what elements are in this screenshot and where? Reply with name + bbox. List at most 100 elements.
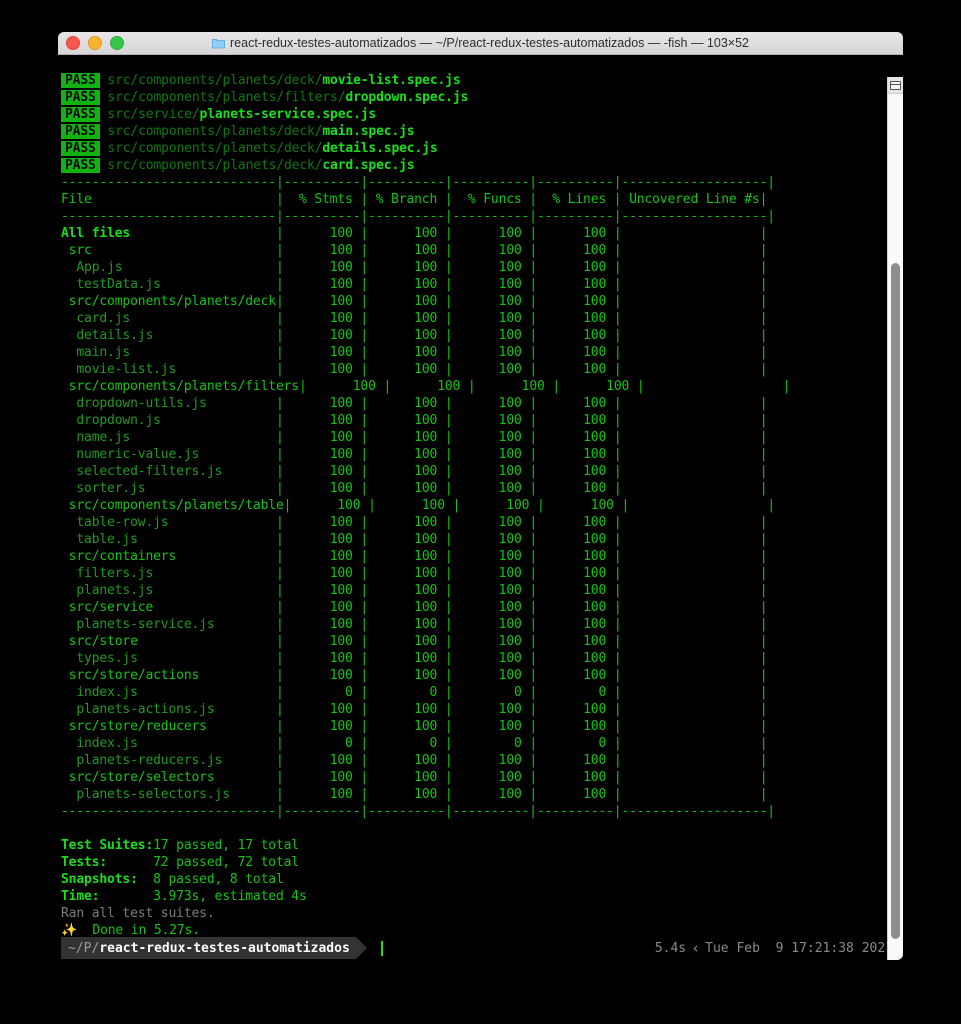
output-blank-line — [61, 820, 881, 837]
table-cell-lines: 100 — [537, 600, 614, 615]
table-cell-funcs: 100 — [452, 600, 530, 615]
table-row: planets-selectors.js | 100 | 100 | 100 |… — [61, 787, 768, 802]
test-path-dir: src/components/planets/deck/ — [107, 124, 323, 139]
minimize-button[interactable] — [88, 36, 102, 50]
table-row: src/service | 100 | 100 | 100 | 100 | | — [61, 600, 768, 615]
prompt-arrow-icon — [355, 937, 367, 959]
table-cell-stmts: 100 — [283, 447, 361, 462]
table-cell-branch: 100 — [368, 668, 445, 683]
table-cell-uncovered — [622, 685, 760, 700]
table-cell-stmts: 100 — [283, 787, 361, 802]
table-cell-branch: 100 — [368, 583, 445, 598]
prompt-path-prefix: ~/P/ — [68, 940, 100, 956]
table-cell-stmts: 100 — [283, 617, 361, 632]
table-cell-lines: 100 — [537, 634, 614, 649]
summary-label: Test Suites: — [61, 838, 154, 853]
table-cell-file: numeric-value.js — [61, 447, 276, 462]
table-cell-funcs: 100 — [452, 702, 530, 717]
table-cell-uncovered — [622, 515, 760, 530]
pass-badge: PASS — [61, 73, 100, 88]
table-cell-branch: 100 — [368, 515, 445, 530]
table-row: src/store/actions | 100 | 100 | 100 | 10… — [61, 668, 768, 683]
table-cell-lines: 100 — [537, 243, 614, 258]
test-path-file: details.spec.js — [322, 141, 438, 156]
table-cell-stmts: 100 — [283, 328, 361, 343]
table-cell-file: filters.js — [61, 566, 276, 581]
table-cell-lines: 100 — [537, 311, 614, 326]
table-cell-uncovered — [622, 294, 760, 309]
table-cell-funcs: 100 — [452, 583, 530, 598]
table-row: App.js | 100 | 100 | 100 | 100 | | — [61, 260, 768, 275]
table-cell-funcs: 100 — [452, 617, 530, 632]
summary-row: Test Suites:17 passed, 17 total — [61, 837, 881, 854]
pass-badge: PASS — [61, 107, 100, 122]
table-cell-file: testData.js — [61, 277, 276, 292]
list-icon — [890, 80, 901, 90]
table-cell-lines: 100 — [537, 464, 614, 479]
table-rule: ----------------------------|----------|… — [61, 175, 775, 190]
shell-prompt-row: ~/P/react-redux-testes-automatizados 5.4… — [61, 937, 897, 959]
close-button[interactable] — [66, 36, 80, 50]
table-cell-lines: 100 — [537, 617, 614, 632]
table-cell-uncovered — [622, 566, 760, 581]
table-cell-lines: 100 — [537, 328, 614, 343]
table-cell-uncovered — [629, 498, 767, 513]
sparkles-icon: ✨ — [61, 923, 78, 938]
table-cell-lines: 0 — [537, 736, 614, 751]
summary-row: Time: 3.973s, estimated 4s — [61, 888, 881, 905]
table-cell-branch: 100 — [368, 362, 445, 377]
scrollbar-thumb[interactable] — [891, 263, 900, 939]
table-row: planets.js | 100 | 100 | 100 | 100 | | — [61, 583, 768, 598]
table-cell-funcs: 100 — [452, 532, 530, 547]
table-cell-funcs: 100 — [452, 345, 530, 360]
table-cell-branch: 100 — [368, 549, 445, 564]
table-cell-stmts: 100 — [283, 243, 361, 258]
table-row: table-row.js | 100 | 100 | 100 | 100 | | — [61, 515, 768, 530]
table-cell-lines: 100 — [537, 413, 614, 428]
table-cell-funcs: 100 — [452, 447, 530, 462]
table-row: planets-reducers.js | 100 | 100 | 100 | … — [61, 753, 768, 768]
table-cell-lines: 100 — [537, 583, 614, 598]
summary-row: Snapshots: 8 passed, 8 total — [61, 871, 881, 888]
table-cell-funcs: 100 — [452, 243, 530, 258]
table-cell-file: planets-reducers.js — [61, 753, 276, 768]
table-cell-funcs: 100 — [452, 430, 530, 445]
table-cell-branch: 100 — [368, 243, 445, 258]
table-row: movie-list.js | 100 | 100 | 100 | 100 | … — [61, 362, 768, 377]
terminal-scrollbar[interactable] — [887, 77, 903, 960]
table-cell-lines: 0 — [537, 685, 614, 700]
table-cell-funcs: 100 — [452, 311, 530, 326]
table-cell-stmts: 100 — [283, 277, 361, 292]
test-pass-row: PASS src/components/planets/deck/main.sp… — [61, 123, 881, 140]
table-cell-lines: 100 — [537, 668, 614, 683]
table-cell-file: details.js — [61, 328, 276, 343]
table-cell-lines: 100 — [537, 430, 614, 445]
table-cell-lines: 100 — [537, 447, 614, 462]
table-cell-stmts: 100 — [283, 770, 361, 785]
scrollbar-menu-button[interactable] — [888, 77, 903, 94]
table-cell-branch: 100 — [368, 464, 445, 479]
test-path-dir: src/service/ — [107, 107, 200, 122]
table-cell-file: main.js — [61, 345, 276, 360]
table-row: main.js | 100 | 100 | 100 | 100 | | — [61, 345, 768, 360]
table-cell-lines: 100 — [537, 260, 614, 275]
table-row: src/store/reducers | 100 | 100 | 100 | 1… — [61, 719, 768, 734]
table-cell-branch: 100 — [368, 226, 445, 241]
table-cell-funcs: 100 — [452, 328, 530, 343]
table-cell-stmts: 100 — [306, 379, 384, 394]
table-cell-funcs: 100 — [452, 668, 530, 683]
table-cell-stmts: 100 — [291, 498, 369, 513]
summary-label: Tests: — [61, 855, 154, 870]
command-duration: 5.4s — [654, 940, 687, 956]
table-cell-lines: 100 — [537, 787, 614, 802]
table-cell-file: dropdown.js — [61, 413, 276, 428]
table-cell-lines: 100 — [537, 226, 614, 241]
table-cell-lines: 100 — [537, 362, 614, 377]
table-cell-branch: 100 — [368, 328, 445, 343]
terminal-body[interactable]: PASS src/components/planets/deck/movie-l… — [58, 55, 903, 960]
maximize-button[interactable] — [110, 36, 124, 50]
table-cell-uncovered — [622, 651, 760, 666]
table-cell-funcs: 100 — [452, 464, 530, 479]
summary-label: Snapshots: — [61, 872, 154, 887]
table-cell-file: index.js — [61, 736, 276, 751]
